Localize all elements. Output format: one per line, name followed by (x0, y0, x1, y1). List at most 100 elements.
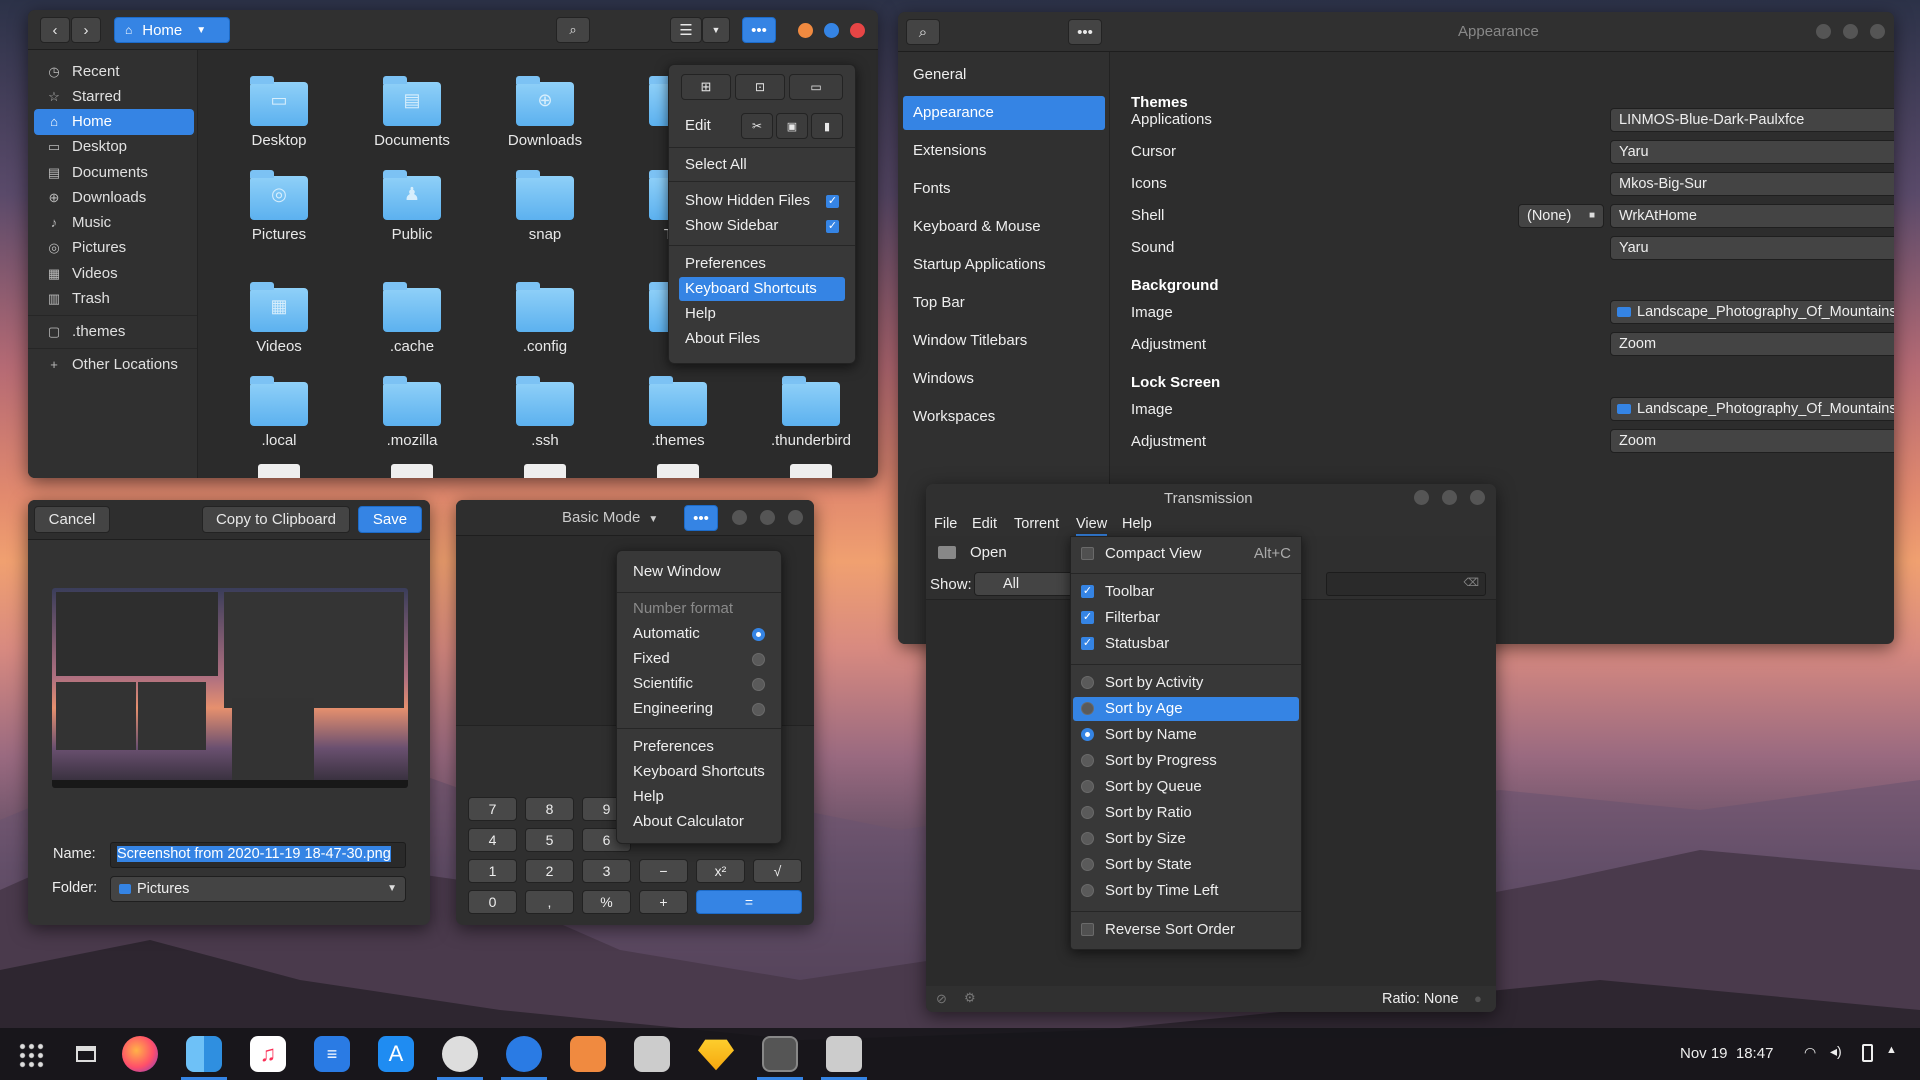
sidebar-item-music[interactable]: ♪ Music (34, 210, 194, 236)
file-name-input[interactable]: Screenshot from 2020-11-19 18-47-30.png (110, 842, 406, 868)
sort-radio[interactable] (1081, 702, 1094, 715)
key-square[interactable]: x² (696, 859, 745, 883)
key-0[interactable]: 0 (468, 890, 517, 914)
minimize-button[interactable] (1816, 24, 1831, 39)
nav-item-general[interactable]: General (903, 58, 1105, 92)
folder-label[interactable]: Documents (347, 132, 477, 149)
system-menu-icon[interactable]: ▲ (1886, 1044, 1897, 1056)
close-button[interactable] (1470, 490, 1485, 505)
fixed-radio[interactable] (752, 653, 765, 666)
sort-item-name[interactable]: Sort by Name (1073, 723, 1299, 747)
files-menu-button[interactable]: ••• (742, 17, 776, 43)
toolbar-item[interactable]: ✓ Toolbar (1073, 580, 1299, 604)
help-item[interactable]: Help (627, 785, 771, 809)
scientific-radio[interactable] (752, 678, 765, 691)
wifi-icon[interactable]: ◠ (1804, 1044, 1816, 1061)
open-button[interactable]: Open (970, 544, 1007, 561)
reverse-sort-item[interactable]: Reverse Sort Order (1073, 918, 1299, 942)
icons-theme-dropdown[interactable]: Mkos-Big-Sur▼ (1610, 172, 1894, 196)
key-plus[interactable]: + (639, 890, 688, 914)
sort-radio[interactable] (1081, 884, 1094, 897)
sidebar-item-videos[interactable]: ▦ Videos (34, 261, 194, 287)
file-icon[interactable] (790, 464, 832, 478)
about-calculator-item[interactable]: About Calculator (627, 810, 771, 834)
sort-item-activity[interactable]: Sort by Activity (1073, 671, 1299, 695)
background-image-chooser[interactable]: Landscape_Photography_Of_Mountains_by_Si… (1610, 300, 1894, 324)
folder-dropdown[interactable]: Pictures ▼ (110, 876, 406, 902)
shell-file-chooser[interactable]: (None) ■ (1518, 204, 1604, 228)
appearance-menu-button[interactable]: ••• (1068, 19, 1102, 45)
sort-item-size[interactable]: Sort by Size (1073, 827, 1299, 851)
folder-icon[interactable]: ⊕ (516, 76, 574, 126)
minimize-button[interactable] (798, 23, 813, 38)
sidebar-item-themes[interactable]: ▢ .themes (34, 319, 194, 345)
keyboard-shortcuts-item[interactable]: Keyboard Shortcuts (679, 277, 845, 301)
sidebar-item-starred[interactable]: ☆ Starred (34, 84, 194, 110)
maximize-button[interactable] (1442, 490, 1457, 505)
key-8[interactable]: 8 (525, 797, 574, 821)
sort-radio[interactable] (1081, 858, 1094, 871)
key-4[interactable]: 4 (468, 828, 517, 852)
music-icon[interactable]: ♫ (250, 1036, 286, 1072)
sidebar-item-otherlocations[interactable]: + Other Locations (34, 352, 194, 378)
sort-item-queue[interactable]: Sort by Queue (1073, 775, 1299, 799)
key-1[interactable]: 1 (468, 859, 517, 883)
maximize-button[interactable] (760, 510, 775, 525)
sort-radio[interactable] (1081, 728, 1094, 741)
show-sidebar-checkbox[interactable]: ✓ (826, 220, 839, 233)
help-item[interactable]: Help (679, 302, 845, 326)
sidebar-item-pictures[interactable]: ◎ Pictures (34, 235, 194, 261)
cut-button[interactable]: ✂ (741, 113, 773, 139)
minimize-button[interactable] (1414, 490, 1429, 505)
automatic-radio[interactable] (752, 628, 765, 641)
folder-icon[interactable] (250, 376, 308, 426)
folder-icon[interactable]: ▭ (250, 76, 308, 126)
folder-label[interactable]: Public (347, 226, 477, 243)
nav-item-fonts[interactable]: Fonts (903, 172, 1105, 206)
app-grid-icon[interactable] (18, 1042, 44, 1068)
clock[interactable]: Nov 19 18:47 (1680, 1045, 1773, 1062)
workspaces-icon[interactable] (76, 1046, 96, 1062)
new-folder-button[interactable]: ▭ (789, 74, 843, 100)
close-button[interactable] (1870, 24, 1885, 39)
scientific-item[interactable]: Scientific (627, 672, 771, 696)
files-icon[interactable] (186, 1036, 222, 1072)
folder-icon[interactable]: ▤ (383, 76, 441, 126)
key-minus[interactable]: − (639, 859, 688, 883)
preferences-item[interactable]: Preferences (627, 735, 771, 759)
shell-theme-dropdown[interactable]: WrkAtHome▼ (1610, 204, 1894, 228)
menu-help[interactable]: Help (1122, 516, 1152, 532)
show-filter-dropdown[interactable]: All (974, 572, 1074, 596)
folder-label[interactable]: snap (480, 226, 610, 243)
app-store-icon[interactable]: A (378, 1036, 414, 1072)
paste-button[interactable]: ▮ (811, 113, 843, 139)
sort-item-left[interactable]: Sort by Time Left (1073, 879, 1299, 903)
key-comma[interactable]: , (525, 890, 574, 914)
automatic-item[interactable]: Automatic (627, 622, 771, 646)
show-hidden-checkbox[interactable]: ✓ (826, 195, 839, 208)
folder-label[interactable]: .ssh (480, 432, 610, 449)
ratio-icon[interactable]: ● (1474, 991, 1482, 1006)
folder-icon[interactable] (782, 376, 840, 426)
engineering-item[interactable]: Engineering (627, 697, 771, 721)
close-button[interactable] (788, 510, 803, 525)
key-sqrt[interactable]: √ (753, 859, 802, 883)
lock-adjustment-dropdown[interactable]: Zoom▼ (1610, 429, 1894, 453)
key-percent[interactable]: % (582, 890, 631, 914)
nav-item-extensions[interactable]: Extensions (903, 134, 1105, 168)
statusbar-checkbox[interactable]: ✓ (1081, 637, 1094, 650)
about-files-item[interactable]: About Files (679, 327, 845, 351)
battery-icon[interactable] (1862, 1044, 1873, 1062)
folder-icon[interactable] (383, 376, 441, 426)
sort-item-progress[interactable]: Sort by Progress (1073, 749, 1299, 773)
forward-button[interactable]: › (71, 17, 101, 43)
nav-item-appearance[interactable]: Appearance (903, 96, 1105, 130)
sidebar-item-downloads[interactable]: ⊕ Downloads (34, 185, 194, 211)
sort-radio[interactable] (1081, 832, 1094, 845)
calculator-menu-button[interactable]: ••• (684, 505, 718, 531)
new-window-item[interactable]: New Window (627, 560, 771, 584)
back-button[interactable]: ‹ (40, 17, 70, 43)
transmission-icon[interactable] (826, 1036, 862, 1072)
file-icon[interactable] (258, 464, 300, 478)
maximize-button[interactable] (824, 23, 839, 38)
